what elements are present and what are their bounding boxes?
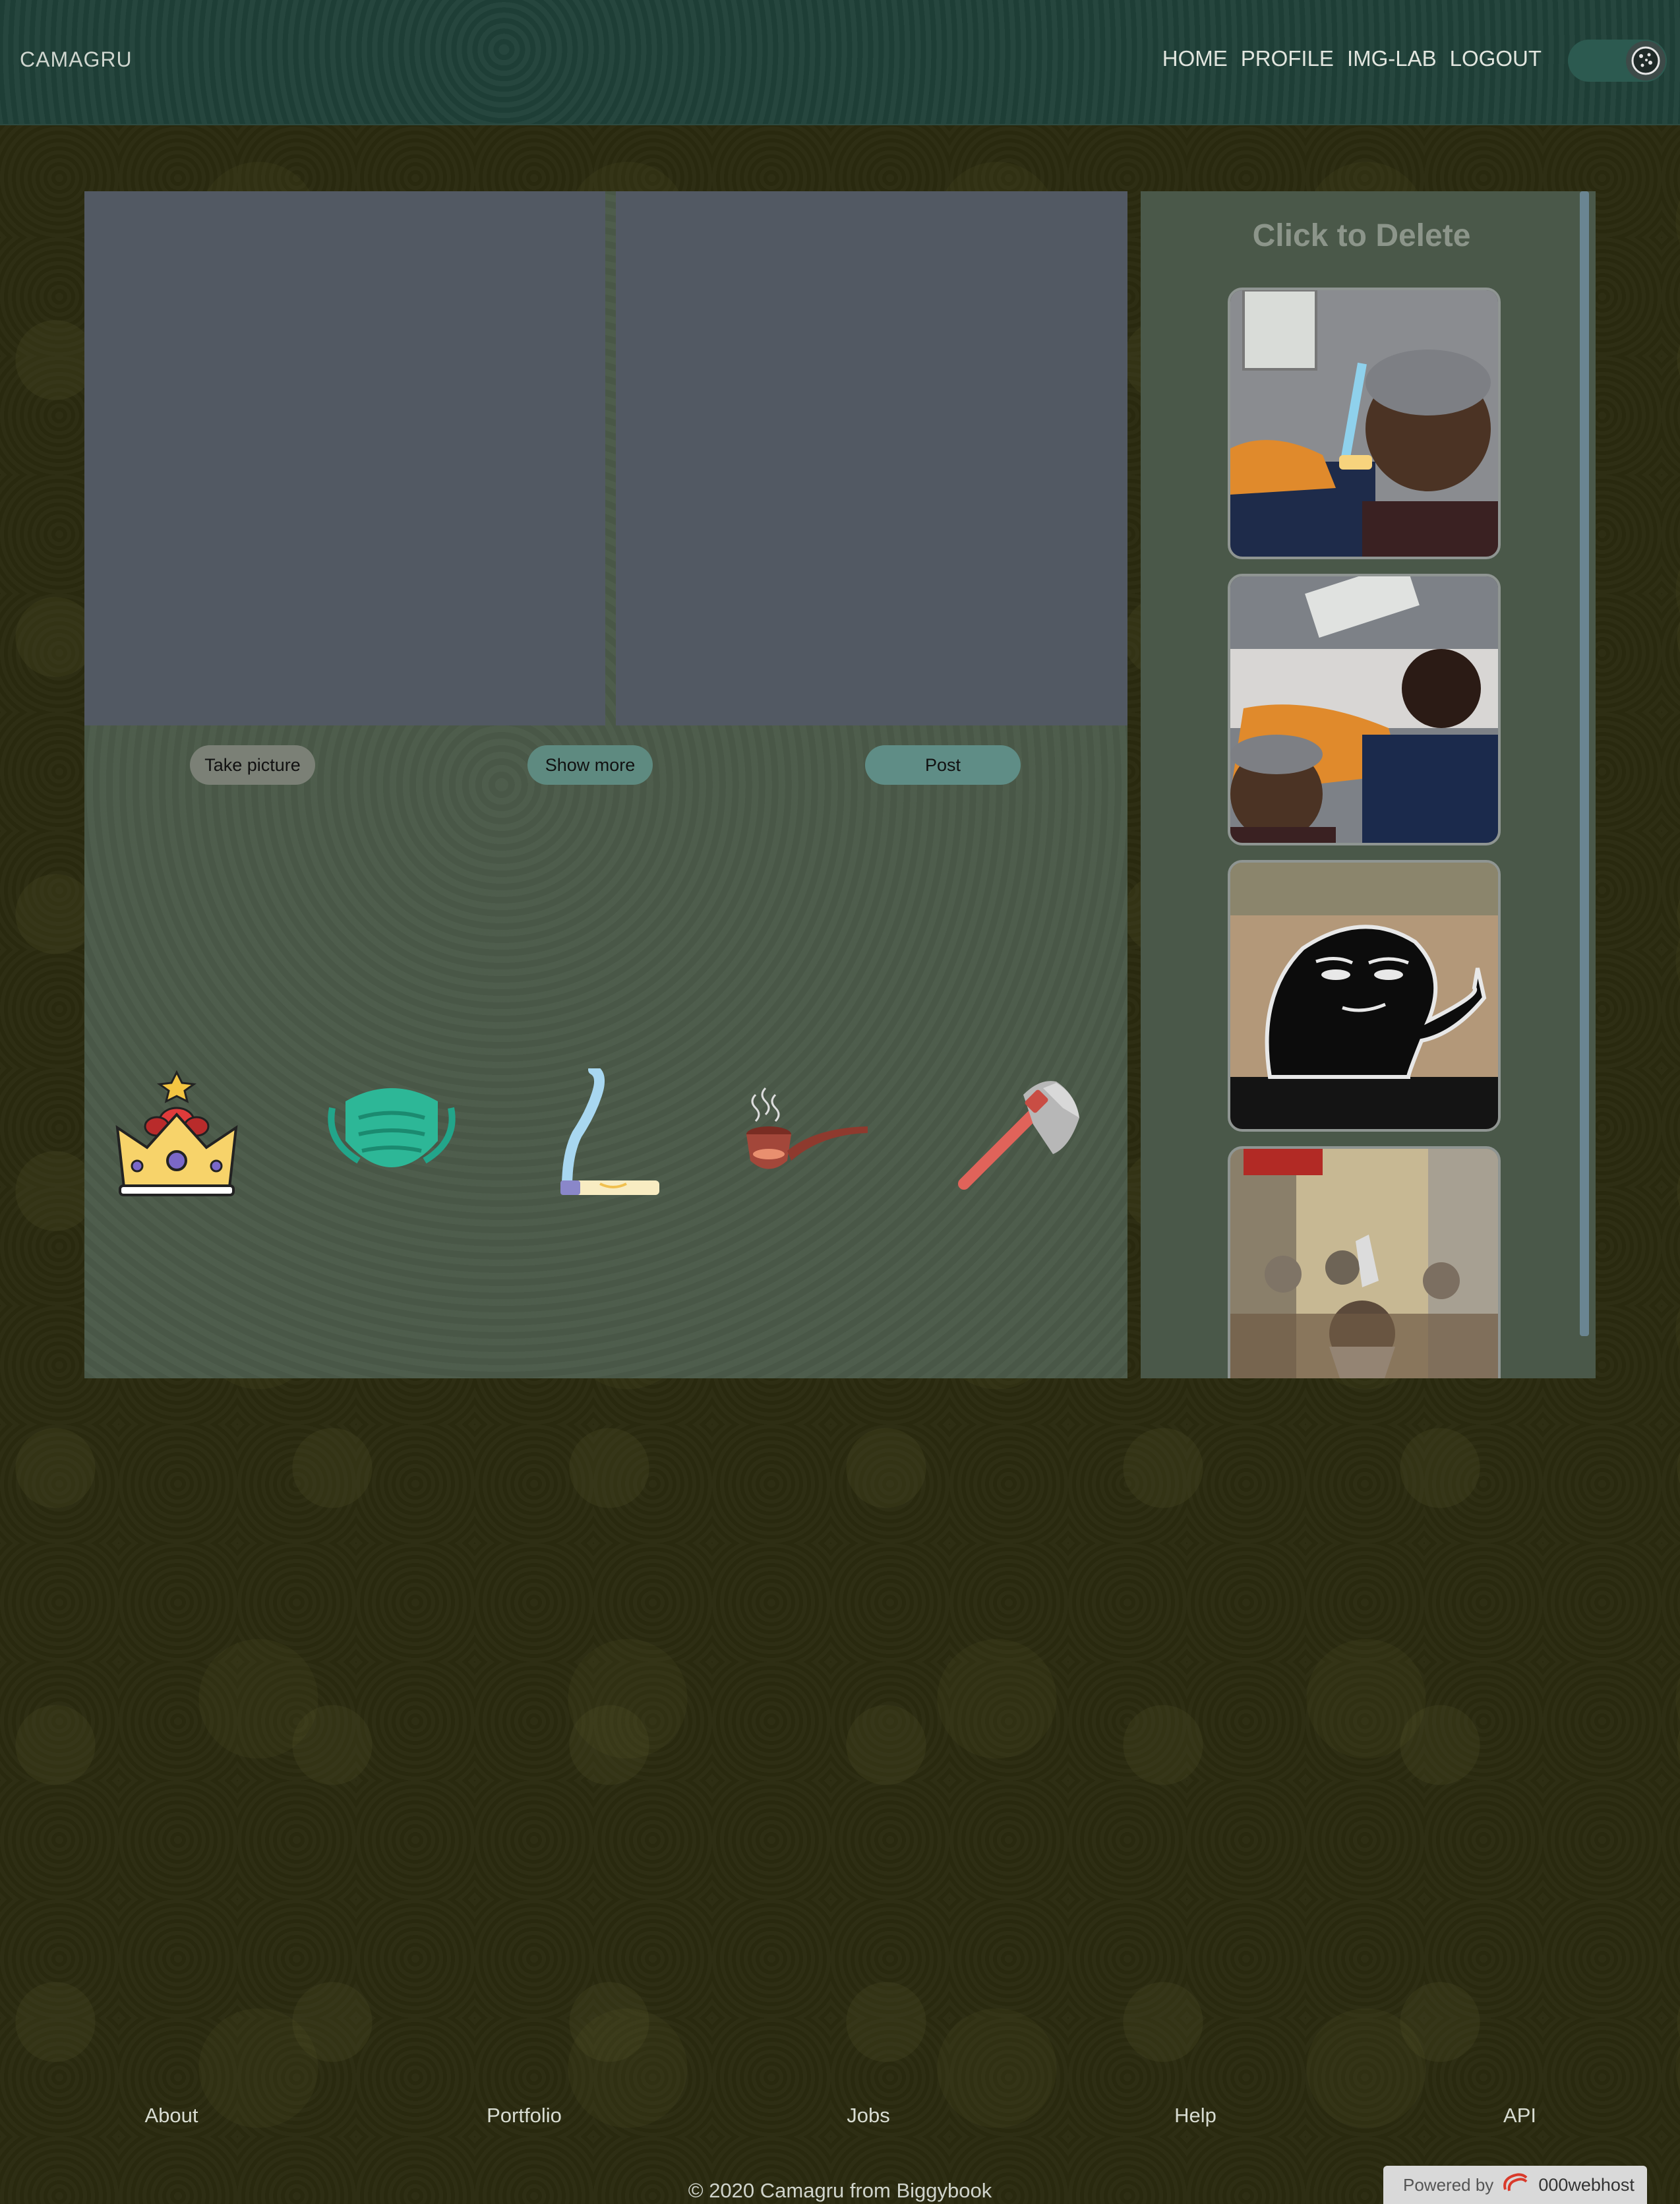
- powered-by-label: Powered by: [1403, 2174, 1494, 2195]
- theme-toggle[interactable]: [1568, 40, 1667, 82]
- footer-link-jobs[interactable]: Jobs: [847, 2104, 889, 2127]
- footer-link-api[interactable]: API: [1503, 2104, 1536, 2127]
- gallery-sidebar: Click to Delete: [1141, 191, 1596, 1378]
- nav-logout[interactable]: LOGOUT: [1450, 46, 1542, 71]
- footer-links: About Portfolio Jobs Help API: [0, 2104, 1680, 2130]
- footer-link-about[interactable]: About: [144, 2104, 198, 2127]
- post-button[interactable]: Post: [865, 745, 1021, 785]
- webcam-preview: [84, 191, 605, 725]
- gallery-thumbnail[interactable]: [1228, 1146, 1501, 1378]
- brand-logo[interactable]: CAMAGRU: [20, 47, 133, 72]
- pipe-icon[interactable]: [736, 1068, 881, 1200]
- face-mask-icon[interactable]: [319, 1068, 464, 1200]
- nav-home[interactable]: HOME: [1162, 46, 1228, 71]
- nav-profile[interactable]: PROFILE: [1241, 46, 1334, 71]
- show-more-button[interactable]: Show more: [527, 745, 653, 785]
- host-name: 000webhost: [1538, 2174, 1635, 2195]
- host-logo-icon: [1501, 2171, 1530, 2199]
- top-bar: CAMAGRU HOME PROFILE IMG-LAB LOGOUT: [0, 0, 1680, 125]
- gallery-thumbnail[interactable]: [1228, 574, 1501, 845]
- crown-icon[interactable]: [111, 1068, 256, 1200]
- nav-img-lab[interactable]: IMG-LAB: [1347, 46, 1437, 71]
- powered-by-badge[interactable]: Powered by 000webhost: [1383, 2166, 1647, 2204]
- take-picture-button[interactable]: Take picture: [190, 745, 315, 785]
- capture-canvas: [616, 191, 1127, 725]
- gallery-thumbnail[interactable]: [1228, 860, 1501, 1132]
- axe-icon[interactable]: [944, 1068, 1089, 1200]
- cookie-icon: [1626, 41, 1665, 80]
- gallery-thumbnail[interactable]: [1228, 288, 1501, 559]
- camera-panel: Take picture Show more Post: [84, 191, 1127, 1378]
- main-nav: HOME PROFILE IMG-LAB LOGOUT: [1162, 46, 1542, 71]
- sticker-list: [111, 1064, 1113, 1200]
- footer-link-portfolio[interactable]: Portfolio: [487, 2104, 562, 2127]
- footer-link-help[interactable]: Help: [1174, 2104, 1216, 2127]
- sidebar-scrollbar[interactable]: [1580, 191, 1589, 1336]
- cigarette-icon[interactable]: [527, 1064, 673, 1200]
- sidebar-title: Click to Delete: [1252, 218, 1471, 253]
